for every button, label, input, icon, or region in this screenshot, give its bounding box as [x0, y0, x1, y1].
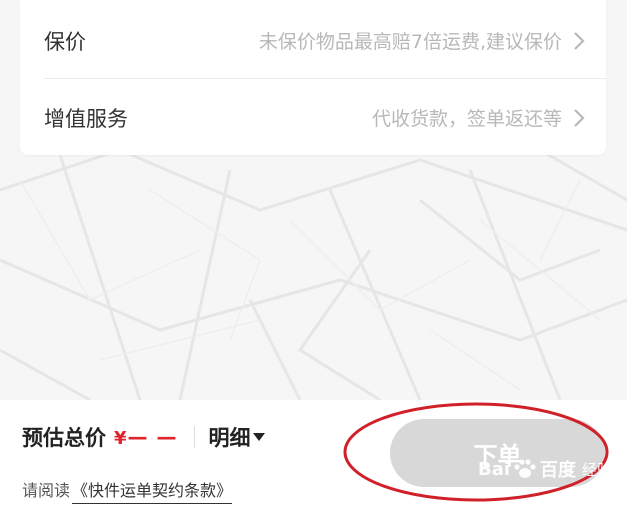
- watermark-suffix: 经验: [582, 460, 613, 479]
- detail-button[interactable]: 明细: [209, 422, 265, 452]
- value-added-services-value: 代收货款，签单返还等: [371, 108, 562, 130]
- chevron-right-icon: [574, 31, 585, 50]
- highlight-circle: [343, 402, 609, 502]
- insurance-label: 保价: [44, 29, 86, 54]
- price-estimate: 预估总价 ¥— — 明细: [22, 422, 265, 452]
- detail-label: 明细: [208, 426, 251, 450]
- chevron-right-icon: [574, 108, 585, 127]
- price-value: — —: [127, 425, 178, 449]
- terms-notice: 请阅读 《快件运单契约条款》: [22, 477, 233, 504]
- price-separator: [193, 426, 195, 448]
- watermark-brand-right: 百度: [540, 460, 577, 481]
- price-symbol: ¥: [114, 428, 128, 449]
- watermark: Bai 百度 经验: [478, 456, 612, 482]
- estimated-price: ¥— —: [114, 425, 178, 449]
- insurance-row[interactable]: 保价 未保价物品最高赔7倍运费,建议保价: [44, 2, 586, 79]
- caret-down-icon: [252, 433, 265, 441]
- insurance-value-group: 未保价物品最高赔7倍运费,建议保价: [259, 27, 586, 54]
- value-added-services-label: 增值服务: [44, 106, 128, 131]
- options-card: 保价 未保价物品最高赔7倍运费,建议保价 增值服务 代收货款，签单返还等: [20, 0, 606, 155]
- watermark-brand-left: Bai: [478, 458, 511, 480]
- estimate-label: 预估总价: [22, 426, 106, 450]
- value-added-services-row[interactable]: 增值服务 代收货款，签单返还等: [44, 79, 586, 156]
- insurance-value: 未保价物品最高赔7倍运费,建议保价: [258, 31, 562, 53]
- value-added-services-value-group: 代收货款，签单返还等: [372, 104, 586, 131]
- terms-link[interactable]: 《快件运单契约条款》: [72, 477, 233, 504]
- terms-prefix: 请阅读: [22, 481, 71, 500]
- paw-icon: [514, 459, 536, 478]
